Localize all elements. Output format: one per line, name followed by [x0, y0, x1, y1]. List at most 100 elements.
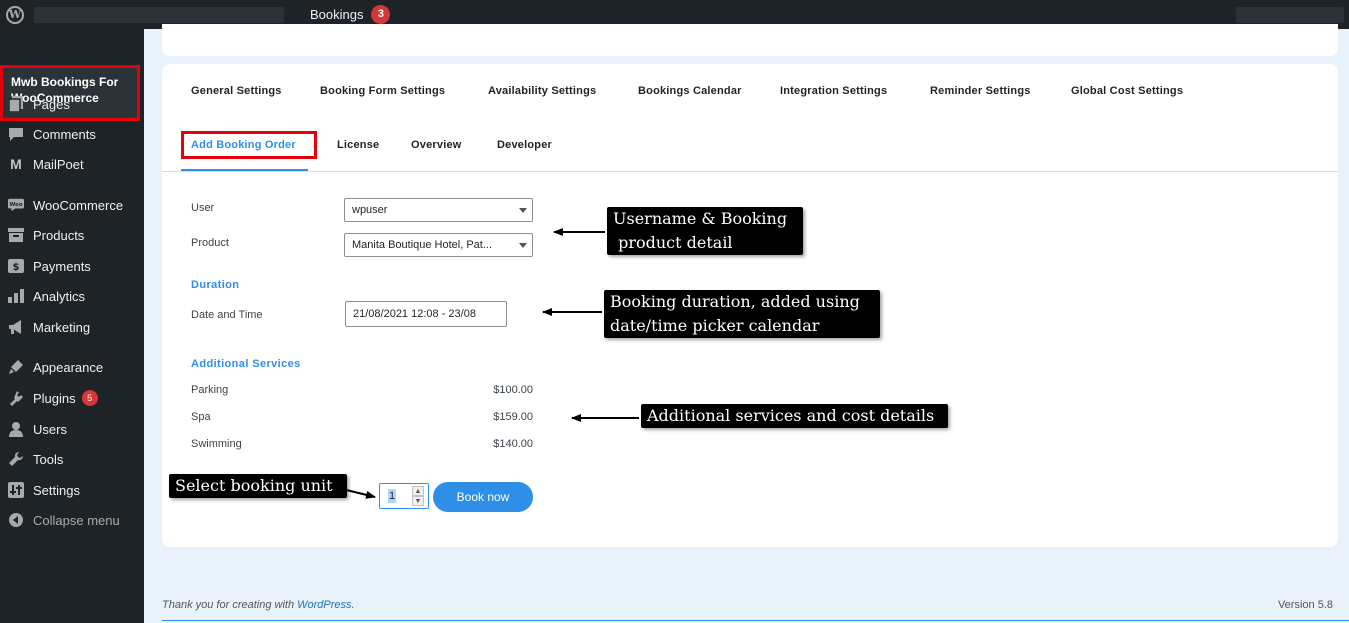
product-label: Product	[191, 237, 229, 249]
footer-thanks-suffix: .	[351, 599, 355, 611]
sidebar-item-label: Appearance	[33, 359, 104, 375]
marketing-icon	[8, 319, 24, 335]
sidebar-item-tools[interactable]: Tools	[0, 444, 144, 474]
sidebar-item-label: Marketing	[33, 319, 91, 335]
footer-version: Version 5.8	[1277, 599, 1333, 611]
sidebar-item-analytics[interactable]: Analytics	[0, 281, 144, 311]
user-select[interactable]: wpuser	[344, 198, 533, 222]
mailpoet-icon: M	[10, 156, 22, 172]
sidebar-item-comments[interactable]: Comments	[0, 119, 144, 149]
service-price: $140.00	[493, 438, 533, 450]
collapse-menu-button[interactable]: Collapse menu	[0, 505, 144, 535]
top-panel	[162, 24, 1338, 56]
sidebar-item-payments[interactable]: $ Payments	[0, 251, 144, 281]
annotation-line: Username & Booking	[613, 209, 788, 228]
appearance-icon	[8, 359, 24, 375]
duration-section-title: Duration	[191, 279, 240, 291]
wordpress-link[interactable]: WordPress	[297, 599, 351, 611]
tab-availability-settings[interactable]: Availability Settings	[488, 85, 596, 97]
product-select-value: Manita Boutique Hotel, Pat...	[352, 239, 493, 251]
annotation-booking-unit: Select booking unit	[169, 474, 347, 498]
sidebar-item-plugins[interactable]: Plugins 5	[0, 383, 144, 413]
annotation-services: Additional services and cost details	[641, 404, 949, 428]
annotation-duration: Booking duration, added using date/time …	[604, 290, 880, 338]
blurred-site-name	[34, 7, 284, 23]
plugins-update-badge: 5	[81, 390, 98, 406]
tools-icon	[8, 451, 24, 467]
sidebar-item-label: Payments	[33, 258, 91, 274]
users-icon	[8, 421, 24, 437]
sidebar-item-pages[interactable]: Pages	[0, 89, 144, 119]
tab-overview[interactable]: Overview	[411, 139, 462, 151]
annotation-line: date/time picker calendar	[610, 316, 820, 335]
additional-services-title: Additional Services	[191, 358, 301, 370]
sidebar-item-mailpoet[interactable]: M MailPoet	[0, 149, 144, 179]
sidebar-item-label: Users	[33, 421, 67, 437]
tab-add-booking-order[interactable]: Add Booking Order	[191, 139, 296, 151]
sidebar-item-label: Comments	[33, 126, 96, 142]
footer-thanks-prefix: Thank you for creating with	[162, 599, 298, 611]
tab-booking-form-settings[interactable]: Booking Form Settings	[320, 85, 445, 97]
sidebar-item-label: WooCommerce	[33, 197, 124, 213]
settings-icon	[8, 482, 24, 498]
tab-integration-settings[interactable]: Integration Settings	[780, 85, 887, 97]
chevron-down-icon	[519, 208, 527, 213]
footer-thanks: Thank you for creating with WordPress.	[162, 599, 355, 611]
date-time-value: 21/08/2021 12:08 - 23/08	[353, 308, 476, 320]
pages-icon	[8, 96, 24, 112]
sidebar-item-woocommerce[interactable]: Woo WooCommerce	[0, 190, 144, 220]
service-name: Spa	[191, 411, 211, 423]
sidebar-item-marketing[interactable]: Marketing	[0, 312, 144, 342]
tab-bookings-calendar[interactable]: Bookings Calendar	[638, 85, 742, 97]
quantity-value: 1	[388, 489, 397, 503]
woocommerce-icon: Woo	[8, 197, 24, 213]
sidebar-item-appearance[interactable]: Appearance	[0, 352, 144, 382]
user-label: User	[191, 202, 215, 214]
footer-divider	[162, 620, 1349, 621]
sidebar-item-settings[interactable]: Settings	[0, 475, 144, 505]
sidebar-item-users[interactable]: Users	[0, 414, 144, 444]
book-now-button[interactable]: Book now	[433, 482, 533, 512]
service-price: $159.00	[493, 411, 533, 423]
tabs-divider	[162, 171, 1338, 172]
sidebar-item-label: Tools	[33, 451, 64, 467]
annotation-line: Booking duration, added using	[610, 292, 860, 311]
sidebar-item-label: Analytics	[33, 288, 86, 304]
user-select-value: wpuser	[352, 204, 388, 216]
date-time-input[interactable]: 21/08/2021 12:08 - 23/08	[345, 301, 507, 327]
service-price: $100.00	[493, 384, 533, 396]
tab-reminder-settings[interactable]: Reminder Settings	[930, 85, 1031, 97]
tab-global-cost-settings[interactable]: Global Cost Settings	[1071, 85, 1183, 97]
stepper-down-icon[interactable]: ▼	[412, 496, 424, 506]
blurred-user-account[interactable]	[1236, 7, 1344, 23]
collapse-icon	[8, 512, 24, 528]
bookings-count-badge: 3	[371, 5, 391, 24]
annotation-line: product detail	[613, 233, 733, 252]
quantity-stepper[interactable]: 1 ▲ ▼	[379, 483, 429, 509]
sidebar-item-label: Pages	[33, 96, 70, 112]
sidebar-item-label: Plugins	[33, 390, 76, 406]
tab-developer[interactable]: Developer	[497, 139, 552, 151]
sidebar-item-label: Collapse menu	[33, 512, 120, 528]
sidebar-item-products[interactable]: Products	[0, 220, 144, 250]
service-name: Swimming	[191, 438, 242, 450]
sidebar-item-label: MailPoet	[33, 156, 84, 172]
svg-text:Woo: Woo	[9, 202, 22, 208]
svg-text:$: $	[13, 262, 20, 273]
comments-icon	[8, 126, 24, 142]
sidebar-item-label: Settings	[33, 482, 80, 498]
analytics-icon	[8, 288, 24, 304]
products-icon	[8, 227, 24, 243]
service-name: Parking	[191, 384, 229, 396]
sidebar-item-label: Products	[33, 227, 85, 243]
admin-sidebar: Mwb Bookings For WooCommerce Pages Comme…	[0, 29, 144, 623]
stepper-up-icon[interactable]: ▲	[412, 486, 424, 496]
annotation-username: Username & Booking product detail	[607, 207, 804, 255]
product-select[interactable]: Manita Boutique Hotel, Pat...	[344, 233, 533, 257]
chevron-down-icon	[519, 243, 527, 248]
tab-license[interactable]: License	[337, 139, 379, 151]
admin-bar-bookings-label: Bookings	[310, 7, 364, 22]
tab-general-settings[interactable]: General Settings	[191, 85, 282, 97]
plugins-icon	[8, 390, 24, 406]
wordpress-logo-icon[interactable]: W	[6, 6, 24, 24]
